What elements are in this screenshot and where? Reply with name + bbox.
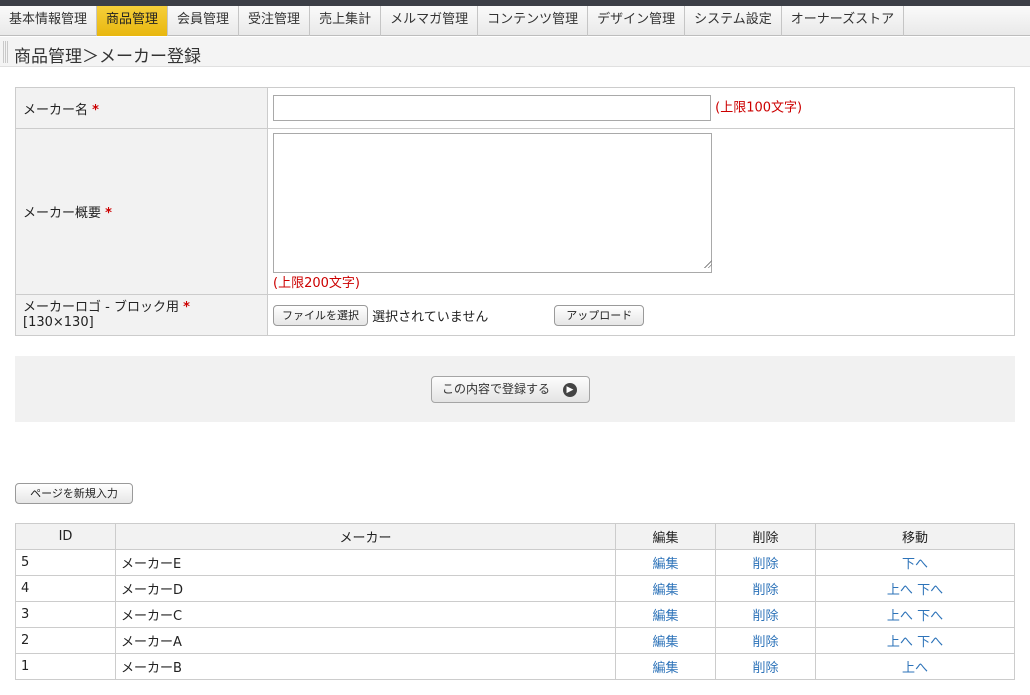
upload-button[interactable]: アップロード bbox=[554, 304, 645, 326]
move-down-link[interactable]: 下へ bbox=[917, 583, 943, 598]
maker-name-label: メーカー名 bbox=[23, 102, 89, 118]
edit-link[interactable]: 編集 bbox=[652, 661, 678, 676]
maker-logo-label: メーカーロゴ - ブロック用 bbox=[23, 300, 179, 315]
table-row: 2 メーカーA 編集 削除 上へ 下へ bbox=[15, 627, 1015, 654]
main-nav: 基本情報管理 商品管理 会員管理 受注管理 売上集計 メルマガ管理 コンテンツ管… bbox=[0, 6, 1030, 36]
nav-item-basic-info[interactable]: 基本情報管理 bbox=[0, 6, 98, 36]
move-down-link[interactable]: 下へ bbox=[902, 557, 928, 572]
maker-name-limit: (上限100文字) bbox=[715, 100, 803, 116]
table-row: 1 メーカーB 編集 削除 上へ bbox=[15, 653, 1015, 680]
maker-name-input-cell: (上限100文字) bbox=[267, 87, 1015, 129]
row-maker: メーカーC bbox=[115, 601, 616, 628]
move-up-link[interactable]: 上へ bbox=[887, 583, 913, 598]
move-down-link[interactable]: 下へ bbox=[917, 635, 943, 650]
table-row: 3 メーカーC 編集 削除 上へ 下へ bbox=[15, 601, 1015, 628]
maker-summary-label: メーカー概要 bbox=[23, 206, 102, 221]
delete-link[interactable]: 削除 bbox=[752, 609, 778, 624]
row-id: 3 bbox=[15, 601, 116, 628]
maker-form-table: メーカー名 * (上限100文字) メーカー概要 * (上限200文字) メーカ… bbox=[15, 87, 1015, 336]
maker-name-input[interactable] bbox=[273, 95, 711, 121]
row-maker: メーカーB bbox=[115, 653, 616, 680]
table-header-row: ID メーカー 編集 削除 移動 bbox=[15, 523, 1015, 550]
register-button[interactable]: この内容で登録する ▶ bbox=[431, 376, 590, 403]
table-row: 5 メーカーE 編集 削除 下へ bbox=[15, 549, 1015, 576]
maker-logo-size: [130×130] bbox=[23, 315, 94, 330]
maker-summary-input-cell: (上限200文字) bbox=[267, 128, 1015, 295]
nav-item-members[interactable]: 会員管理 bbox=[168, 6, 240, 36]
page-title: 商品管理＞メーカー登録 bbox=[14, 47, 201, 67]
maker-logo-row: メーカーロゴ - ブロック用 * [130×130] ファイルを選択 選択されて… bbox=[15, 294, 1015, 336]
header-edit: 編集 bbox=[615, 523, 716, 550]
move-up-link[interactable]: 上へ bbox=[887, 635, 913, 650]
nav-item-design[interactable]: デザイン管理 bbox=[588, 6, 686, 36]
maker-summary-limit: (上限200文字) bbox=[273, 276, 360, 291]
submit-area: この内容で登録する ▶ bbox=[15, 356, 1015, 422]
header-move: 移動 bbox=[815, 523, 1015, 550]
maker-summary-label-cell: メーカー概要 * bbox=[15, 128, 268, 295]
header-delete: 削除 bbox=[715, 523, 816, 550]
file-status-text: 選択されていません bbox=[372, 309, 489, 325]
maker-name-label-cell: メーカー名 * bbox=[15, 87, 268, 129]
edit-link[interactable]: 編集 bbox=[652, 583, 678, 598]
row-maker: メーカーE bbox=[115, 549, 616, 576]
row-id: 4 bbox=[15, 575, 116, 602]
header-maker: メーカー bbox=[115, 523, 616, 550]
required-mark: * bbox=[105, 206, 112, 221]
edit-link[interactable]: 編集 bbox=[652, 609, 678, 624]
row-maker: メーカーD bbox=[115, 575, 616, 602]
header-id: ID bbox=[15, 523, 116, 550]
row-id: 5 bbox=[15, 549, 116, 576]
maker-logo-label-cell: メーカーロゴ - ブロック用 * [130×130] bbox=[15, 294, 268, 336]
nav-item-orders[interactable]: 受注管理 bbox=[239, 6, 311, 36]
resize-grip-icon[interactable] bbox=[704, 260, 712, 268]
table-row: 4 メーカーD 編集 削除 上へ 下へ bbox=[15, 575, 1015, 602]
edit-link[interactable]: 編集 bbox=[652, 635, 678, 650]
title-stripe-decoration bbox=[3, 41, 8, 63]
required-mark: * bbox=[183, 300, 190, 315]
nav-item-sales[interactable]: 売上集計 bbox=[310, 6, 382, 36]
edit-link[interactable]: 編集 bbox=[652, 557, 678, 572]
maker-name-row: メーカー名 * (上限100文字) bbox=[15, 87, 1015, 129]
new-page-button[interactable]: ページを新規入力 bbox=[15, 483, 133, 504]
row-id: 1 bbox=[15, 653, 116, 680]
register-button-label: この内容で登録する bbox=[442, 382, 551, 396]
arrow-right-icon: ▶ bbox=[563, 383, 577, 397]
nav-item-contents[interactable]: コンテンツ管理 bbox=[478, 6, 589, 36]
nav-item-system[interactable]: システム設定 bbox=[685, 6, 782, 36]
move-down-link[interactable]: 下へ bbox=[917, 609, 943, 624]
row-maker: メーカーA bbox=[115, 627, 616, 654]
maker-logo-input-cell: ファイルを選択 選択されていません アップロード bbox=[267, 294, 1015, 336]
delete-link[interactable]: 削除 bbox=[752, 557, 778, 572]
delete-link[interactable]: 削除 bbox=[752, 635, 778, 650]
maker-summary-row: メーカー概要 * (上限200文字) bbox=[15, 128, 1015, 295]
nav-item-mailmag[interactable]: メルマガ管理 bbox=[381, 6, 479, 36]
required-mark: * bbox=[92, 102, 99, 118]
nav-item-products[interactable]: 商品管理 bbox=[97, 6, 169, 36]
delete-link[interactable]: 削除 bbox=[752, 583, 778, 598]
move-up-link[interactable]: 上へ bbox=[902, 661, 928, 676]
row-id: 2 bbox=[15, 627, 116, 654]
maker-summary-textarea[interactable] bbox=[273, 133, 712, 273]
page-title-bar: 商品管理＞メーカー登録 bbox=[0, 37, 1030, 67]
delete-link[interactable]: 削除 bbox=[752, 661, 778, 676]
nav-item-owners-store[interactable]: オーナーズストア bbox=[782, 6, 905, 36]
choose-file-button[interactable]: ファイルを選択 bbox=[273, 304, 368, 326]
move-up-link[interactable]: 上へ bbox=[887, 609, 913, 624]
maker-list-table: ID メーカー 編集 削除 移動 5 メーカーE 編集 削除 下へ 4 メーカー… bbox=[15, 523, 1015, 680]
